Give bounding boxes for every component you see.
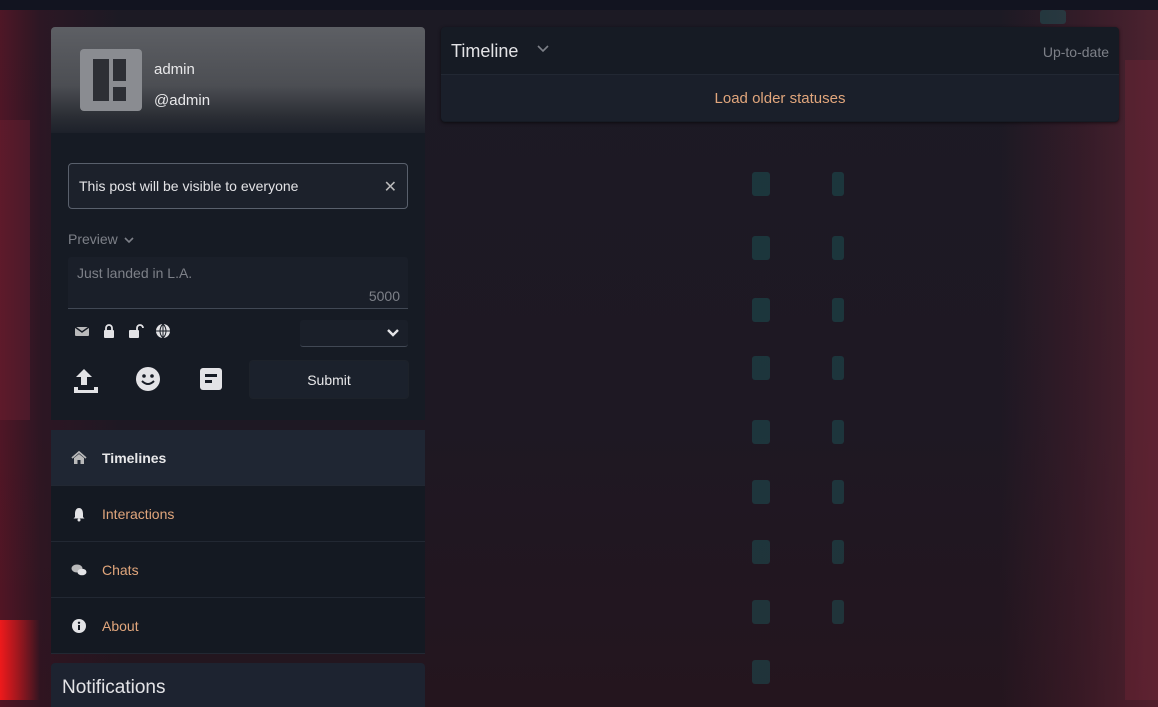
envelope-icon[interactable] <box>74 323 90 339</box>
lock-icon[interactable] <box>101 323 117 339</box>
post-status-form: This post will be visible to everyone ✕ … <box>51 133 425 420</box>
avatar[interactable] <box>80 49 142 111</box>
submit-button[interactable]: Submit <box>250 361 408 398</box>
user-name[interactable]: admin <box>154 61 195 78</box>
nav-label-interactions: Interactions <box>102 505 175 522</box>
scope-row <box>68 320 408 347</box>
timeline-status: Up-to-date <box>1042 44 1109 60</box>
timeline-panel: Timeline Up-to-date Load older statuses <box>441 27 1119 122</box>
nav-item-interactions[interactable]: Interactions <box>51 486 425 542</box>
visibility-notice-text: This post will be visible to everyone <box>79 178 299 194</box>
poll-icon[interactable] <box>198 365 224 398</box>
preview-label: Preview <box>68 231 118 247</box>
info-icon <box>71 618 87 634</box>
chat-icon <box>71 562 87 578</box>
character-counter: 5000 <box>368 288 400 304</box>
unlock-icon[interactable] <box>128 323 144 339</box>
user-handle[interactable]: @admin <box>154 92 210 109</box>
chevron-down-icon[interactable] <box>536 44 550 54</box>
status-placeholder: Just landed in L.A. <box>77 265 193 281</box>
notifications-panel[interactable]: Notifications <box>51 663 425 707</box>
nav-label-timelines: Timelines <box>102 449 167 466</box>
status-textarea[interactable]: Just landed in L.A. 5000 <box>68 257 408 309</box>
upload-icon[interactable] <box>72 365 100 400</box>
close-icon[interactable]: ✕ <box>384 177 397 197</box>
chevron-down-icon <box>124 237 134 244</box>
timeline-header: Timeline Up-to-date <box>441 27 1119 75</box>
left-sidebar: admin @admin This post will be visible t… <box>51 27 425 707</box>
nav-item-chats[interactable]: Chats <box>51 542 425 598</box>
main-navigation: Timelines Interactions Chats About <box>51 430 425 654</box>
emoji-icon[interactable] <box>134 365 162 398</box>
nav-item-timelines[interactable]: Timelines <box>51 430 425 486</box>
nav-label-chats: Chats <box>102 561 139 578</box>
globe-icon[interactable] <box>155 323 171 339</box>
preview-toggle[interactable]: Preview <box>68 231 408 247</box>
home-icon <box>71 450 87 466</box>
chevron-down-icon <box>387 329 399 337</box>
visibility-notice: This post will be visible to everyone ✕ <box>68 163 408 209</box>
nav-label-about: About <box>102 617 139 634</box>
nav-item-about[interactable]: About <box>51 598 425 654</box>
notifications-title: Notifications <box>62 677 166 698</box>
format-select[interactable] <box>300 320 408 347</box>
timeline-title[interactable]: Timeline <box>451 41 518 62</box>
bell-icon <box>71 506 87 522</box>
action-row: Submit <box>68 361 408 398</box>
load-older-button[interactable]: Load older statuses <box>441 75 1119 121</box>
user-card: admin @admin <box>51 27 425 133</box>
